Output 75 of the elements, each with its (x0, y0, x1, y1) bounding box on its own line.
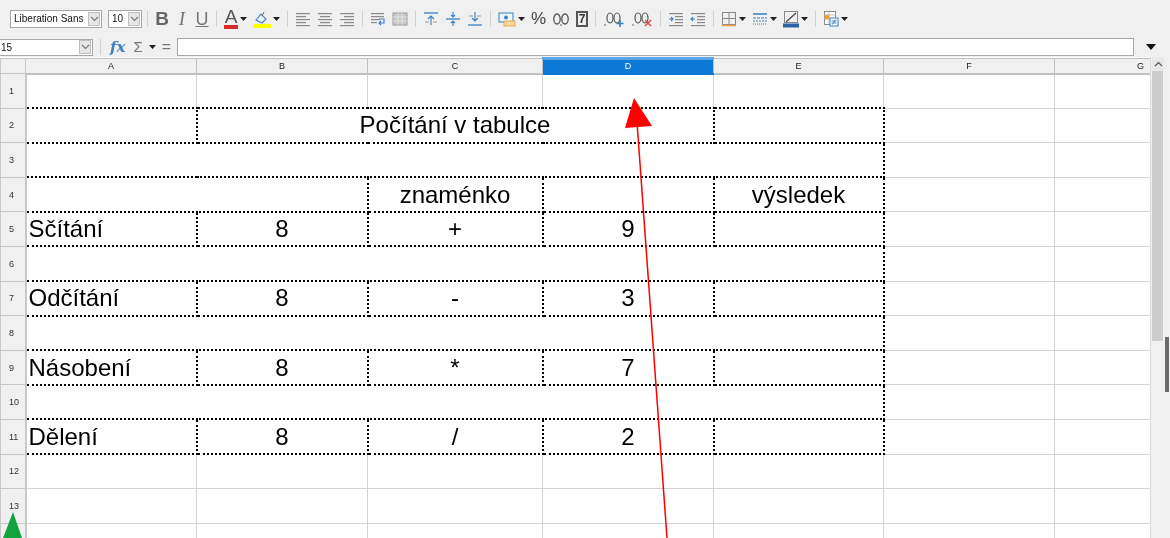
row-header[interactable]: 5 (0, 211, 26, 247)
font-color-button[interactable]: A (224, 8, 238, 29)
row-header[interactable]: 2 (0, 108, 26, 143)
row-header[interactable]: 8 (0, 315, 26, 351)
percent-button[interactable]: % (531, 8, 547, 29)
table-cell: 2 (542, 419, 714, 455)
row-header[interactable]: 10 (0, 384, 26, 420)
column-header[interactable]: F (883, 58, 1055, 74)
sum-button[interactable]: Σ (131, 39, 145, 55)
align-top-icon[interactable] (423, 9, 439, 28)
dropdown-button[interactable] (79, 40, 91, 54)
table-cell: + (367, 211, 543, 247)
caret-icon[interactable] (841, 16, 849, 21)
table-cell: 8 (196, 211, 368, 247)
remove-decimal-icon[interactable] (631, 9, 654, 28)
caret-icon[interactable] (518, 16, 525, 21)
merge-cells-icon[interactable] (392, 9, 408, 28)
caret-icon[interactable] (240, 16, 247, 21)
dropdown-button[interactable] (128, 11, 140, 26)
column-header[interactable]: D (542, 58, 714, 74)
vertical-scrollbar[interactable] (1150, 57, 1170, 538)
font-name-field[interactable]: Liberation Sans (10, 9, 102, 28)
row-header[interactable]: 11 (0, 419, 26, 455)
scroll-up-button[interactable] (1152, 57, 1164, 71)
line-color-icon[interactable] (783, 9, 800, 28)
expand-icon[interactable] (1146, 44, 1156, 50)
split-handle[interactable] (1165, 337, 1169, 392)
table-cell: 3 (542, 281, 714, 316)
row-header[interactable]: 4 (0, 177, 26, 212)
caret-icon[interactable] (770, 16, 778, 21)
table-cell: Dělení (25, 419, 197, 455)
table-cell: 9 (542, 211, 714, 247)
highlight-icon[interactable] (253, 9, 271, 28)
table-cell: * (367, 350, 543, 385)
column-header[interactable]: G (1054, 58, 1150, 74)
table-cell: 8 (196, 281, 368, 316)
caret-icon (148, 45, 156, 49)
bold-button[interactable]: B (155, 8, 169, 29)
add-decimal-icon[interactable] (603, 9, 626, 28)
scroll-thumb[interactable] (1152, 71, 1163, 341)
table-cell: / (367, 419, 543, 455)
table-cell: 7 (542, 350, 714, 385)
annotation-arrow (3, 512, 22, 538)
date-format-button[interactable]: 7 (576, 10, 589, 27)
table-cell: Sčítání (25, 211, 197, 247)
column-header[interactable]: B (196, 58, 368, 74)
row-header[interactable]: 1 (0, 73, 26, 109)
table-cell: Násobení (25, 350, 197, 385)
column-header[interactable]: A (25, 58, 197, 74)
row-header[interactable]: 12 (0, 454, 26, 489)
table-cell: - (367, 281, 543, 316)
align-bottom-icon[interactable] (467, 9, 483, 28)
column-header[interactable]: E (713, 58, 884, 74)
row-header[interactable]: 6 (0, 246, 26, 282)
row-header[interactable]: 3 (0, 142, 26, 178)
table-cell: znaménko (367, 177, 543, 212)
formula-input-field[interactable] (177, 38, 1134, 56)
table-cell: 8 (196, 419, 368, 455)
caret-icon[interactable] (801, 16, 809, 21)
caret-icon[interactable] (273, 16, 280, 21)
column-header[interactable]: C (367, 58, 543, 74)
align-middle-icon[interactable] (445, 9, 461, 28)
function-wizard-button[interactable]: fx (108, 39, 128, 55)
formula-button[interactable]: = (159, 39, 174, 55)
name-box-field[interactable]: 15 (0, 38, 93, 56)
dropdown-button[interactable] (88, 11, 100, 26)
underline-button[interactable]: U (195, 8, 209, 29)
caret-icon[interactable] (739, 16, 747, 21)
font-size-field[interactable]: 10 (108, 9, 142, 28)
italic-button[interactable]: I (175, 8, 189, 29)
table-cell: výsledek (713, 177, 884, 212)
row-header[interactable]: 9 (0, 350, 26, 385)
row-header[interactable]: 7 (0, 281, 26, 316)
table-cell: 8 (196, 350, 368, 385)
table-cell: Odčítání (25, 281, 197, 316)
